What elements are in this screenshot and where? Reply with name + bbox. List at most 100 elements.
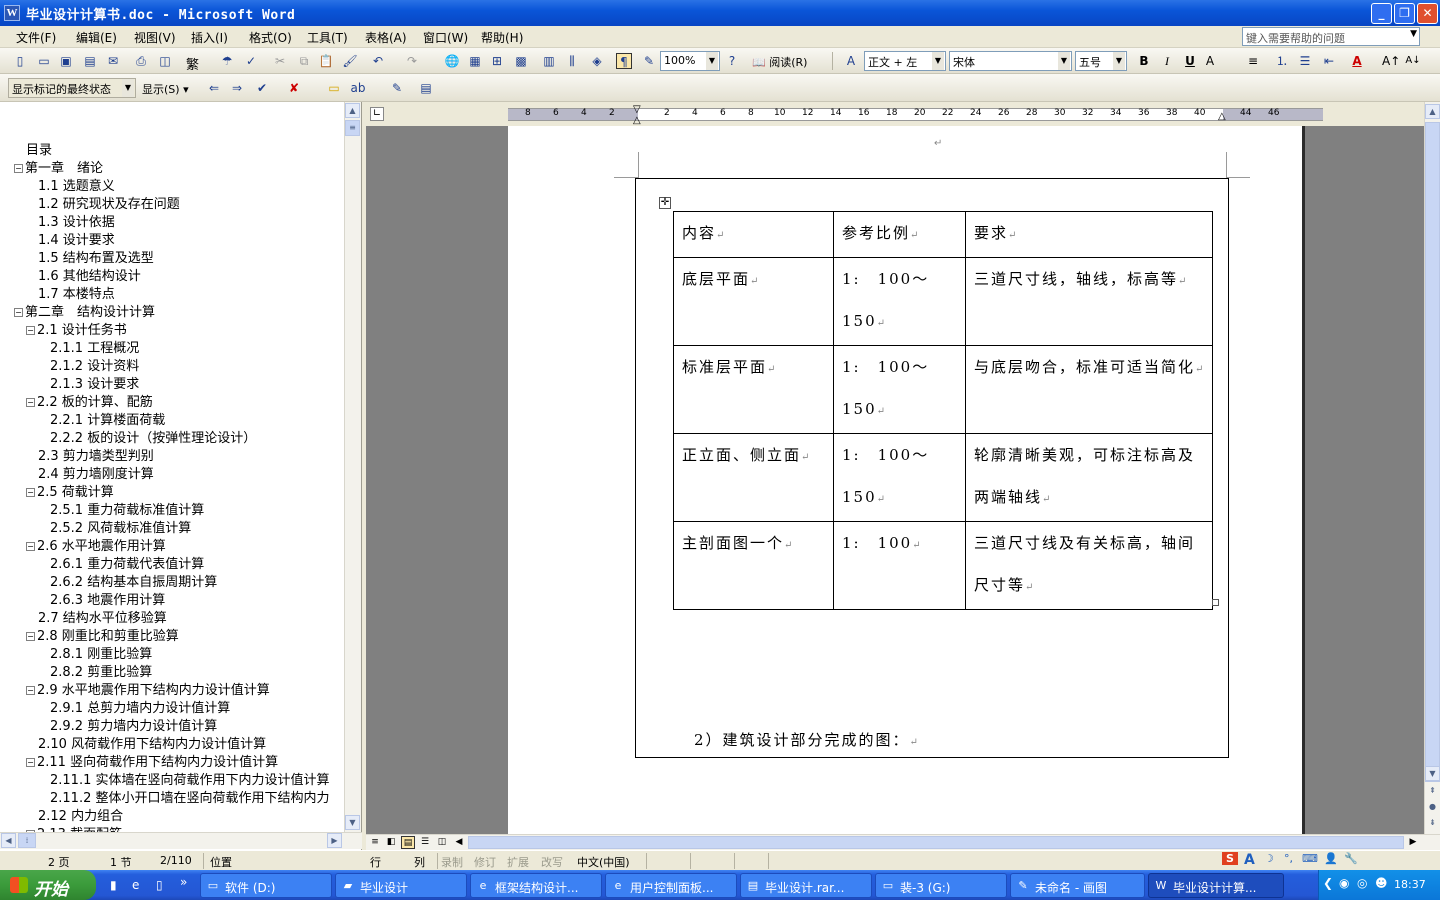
table-move-handle-icon[interactable]: ✛	[659, 197, 671, 209]
reject-change-icon[interactable]: ✘	[286, 80, 302, 96]
outline-item[interactable]: 2.1.2 设计资料	[50, 355, 139, 374]
outline-item[interactable]: −2.11 竖向荷载作用下结构内力设计值计算	[26, 751, 278, 770]
outline-item[interactable]: 2.10 风荷载作用下结构内力设计值计算	[38, 733, 266, 752]
status-extend[interactable]: 扩展	[507, 854, 529, 870]
ie-quicklaunch-icon[interactable]: e	[132, 878, 139, 892]
chevron-down-icon[interactable]: ▼	[122, 79, 134, 97]
outline-item[interactable]: 2.7 结构水平位移验算	[38, 607, 167, 626]
outline-item[interactable]: 2.4 剪力墙刚度计算	[38, 463, 154, 482]
outline-item[interactable]: 1.2 研究现状及存在问题	[38, 193, 180, 212]
table-cell[interactable]: 轮廓清晰美观，可标注标高及两端轴线↵	[965, 433, 1213, 522]
table-cell[interactable]: 1: 100～150↵	[833, 257, 966, 346]
accept-change-icon[interactable]: ✔	[254, 80, 270, 96]
spelling-icon[interactable]: ✓	[243, 53, 259, 69]
chevron-down-icon[interactable]: ▼	[1113, 52, 1125, 70]
outline-item[interactable]: 目录	[26, 139, 52, 158]
scroll-left-icon[interactable]: ◀	[452, 836, 466, 849]
outline-item[interactable]: 2.9.1 总剪力墙内力设计值计算	[50, 697, 230, 716]
outline-item[interactable]: −2.5 荷载计算	[26, 481, 114, 500]
close-button[interactable]: ✕	[1417, 3, 1438, 24]
format-painter-icon[interactable]: 🖌	[342, 53, 358, 69]
open-folder-icon[interactable]: ▭	[36, 53, 52, 69]
reading-view-icon[interactable]: ◫	[435, 836, 449, 849]
sogou-ime-icon[interactable]: S	[1222, 852, 1238, 865]
status-track-changes[interactable]: 修订	[474, 854, 496, 870]
outline-item[interactable]: − 第二章 结构设计计算	[14, 301, 155, 320]
status-overtype[interactable]: 改写	[541, 854, 563, 870]
hyperlink-icon[interactable]: 🌐	[444, 53, 460, 69]
status-language[interactable]: 中文(中国)	[577, 854, 630, 870]
table-cell[interactable]: 与底层吻合，标准可适当简化↵	[965, 345, 1213, 434]
table-cell[interactable]: 三道尺寸线，轴线，标高等↵	[965, 257, 1213, 346]
table-resize-handle[interactable]	[1212, 599, 1219, 606]
underline-button[interactable]: U	[1182, 53, 1198, 69]
outline-item[interactable]: −2.2 板的计算、配筋	[26, 391, 153, 410]
chevron-down-icon[interactable]: ▼	[1058, 52, 1070, 70]
document-scroll-thumb[interactable]	[1425, 122, 1440, 782]
outline-item[interactable]: 1.3 设计依据	[38, 211, 115, 230]
collapse-toggle-icon[interactable]: −	[26, 758, 35, 767]
table-cell[interactable]: 1: 100↵	[833, 521, 966, 610]
status-record-macro[interactable]: 录制	[441, 854, 463, 870]
ime-tools-icon[interactable]: 🔧	[1344, 852, 1358, 865]
collapse-toggle-icon[interactable]: −	[14, 308, 23, 317]
help-icon[interactable]: ?	[724, 53, 740, 69]
outline-item[interactable]: 2.2.2 板的设计（按弹性理论设计）	[50, 427, 256, 446]
scroll-down-icon[interactable]: ▼	[345, 815, 360, 830]
status-column[interactable]: 列	[414, 854, 425, 870]
ink-icon[interactable]: ✎	[641, 53, 657, 69]
outline-item[interactable]: − 第一章 绪论	[14, 157, 103, 176]
document-page[interactable]: ↵ ✛ 内容↵ 参考比例↵ 要求↵ 底层平面↵ 1: 100～150↵ 三道尺寸线，轴线，…	[508, 126, 1302, 834]
styles-pane-icon[interactable]: A	[843, 53, 859, 69]
taskbar-task[interactable]: ▭ 裴-3 (G:)	[875, 873, 1007, 898]
drawing-icon[interactable]: ⫼	[564, 53, 580, 69]
outline-item[interactable]: −2.1 设计任务书	[26, 319, 127, 338]
drawing-requirements-table[interactable]: 内容↵ 参考比例↵ 要求↵ 底层平面↵ 1: 100～150↵ 三道尺寸线，轴线，标高等↵…	[673, 211, 1213, 610]
redo-icon[interactable]: ↷	[404, 53, 420, 69]
select-browse-object-icon[interactable]: ●	[1425, 800, 1440, 815]
research-icon[interactable]: ☂	[219, 53, 235, 69]
normal-view-icon[interactable]: ≡	[368, 836, 382, 849]
font-select[interactable]: 宋体 ▼	[949, 51, 1072, 71]
previous-change-icon[interactable]: ⇐	[206, 80, 222, 96]
outline-item[interactable]: 2.8.2 剪重比验算	[50, 661, 152, 680]
italic-button[interactable]: I	[1159, 53, 1175, 69]
bullets-icon[interactable]: ☰	[1297, 53, 1313, 69]
taskbar-task[interactable]: ✎ 未命名 - 画图	[1010, 873, 1145, 898]
menu-tools[interactable]: 工具(T)	[307, 29, 348, 46]
email-icon[interactable]: ✉	[105, 53, 121, 69]
chevron-down-icon[interactable]: ▼	[932, 52, 944, 70]
status-page[interactable]: 2 页	[48, 854, 70, 870]
status-line[interactable]: 行	[370, 854, 381, 870]
word-app-icon[interactable]: W	[4, 5, 20, 21]
outline-item[interactable]: 1.4 设计要求	[38, 229, 115, 248]
style-select[interactable]: 正文 + 左 ▼	[864, 51, 946, 71]
outline-item[interactable]: 2.6.1 重力荷载代表值计算	[50, 553, 204, 572]
menu-view[interactable]: 视图(V)	[134, 29, 176, 46]
undo-icon[interactable]: ↶	[370, 53, 386, 69]
outline-view-icon[interactable]: ☰	[418, 836, 432, 849]
outline-item[interactable]: −2.9 水平地震作用下结构内力设计值计算	[26, 679, 270, 698]
document-vertical-scrollbar[interactable]: ▲ ▼ ⇞ ● ⇟	[1424, 102, 1440, 834]
network-icon[interactable]: ◉	[1339, 876, 1349, 890]
menu-file[interactable]: 文件(F)	[16, 29, 56, 46]
user-icon[interactable]: 👤	[1324, 852, 1338, 865]
table-cell[interactable]: 主剖面图一个↵	[673, 521, 834, 610]
status-section[interactable]: 1 节	[110, 854, 132, 870]
collapse-toggle-icon[interactable]: −	[26, 398, 35, 407]
status-position[interactable]: 位置	[210, 854, 232, 870]
print-preview-icon[interactable]: ◫	[157, 53, 173, 69]
ime-mode-icon[interactable]: A	[1244, 852, 1255, 868]
menu-format[interactable]: 格式(O)	[249, 29, 292, 46]
taskbar-task[interactable]: e 框架结构设计...	[470, 873, 602, 898]
right-indent-marker[interactable]: △	[1218, 111, 1226, 122]
menu-insert[interactable]: 插入(I)	[191, 29, 228, 46]
outline-item[interactable]: 1.6 其他结构设计	[38, 265, 141, 284]
table-cell[interactable]: 正立面、侧立面↵	[673, 433, 834, 522]
table-cell[interactable]: 底层平面↵	[673, 257, 834, 346]
tray-collapse-icon[interactable]: ❮	[1323, 876, 1333, 890]
highlight-icon[interactable]: ab	[350, 80, 366, 96]
chevron-down-icon[interactable]: ▼	[1410, 29, 1417, 39]
taskbar-task[interactable]: e 用户控制面板...	[605, 873, 737, 898]
antivirus-icon[interactable]: ◎	[1357, 876, 1367, 890]
